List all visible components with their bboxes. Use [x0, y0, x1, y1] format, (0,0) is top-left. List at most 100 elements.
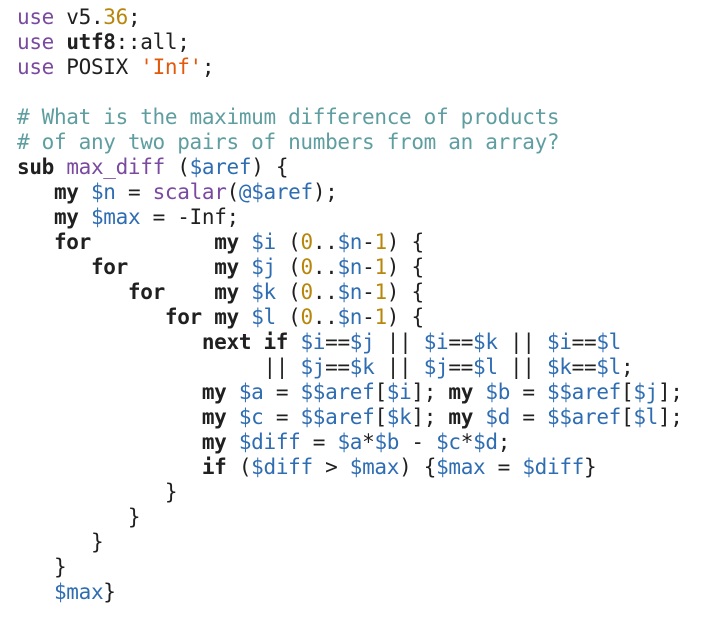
- code-line: my $max = -Inf;: [17, 205, 706, 230]
- code-text: -: [362, 230, 375, 254]
- code-line: my $n = scalar(@$aref);: [17, 180, 706, 205]
- code-line: for my $j (0..$n-1) {: [17, 255, 706, 280]
- keyword-token: if: [263, 330, 289, 354]
- variable-token: $diff: [522, 455, 584, 479]
- variable-token: $$aref: [300, 405, 375, 429]
- variable-token: $n: [337, 255, 363, 279]
- code-text: ) {: [251, 155, 289, 179]
- keyword-token: for: [90, 255, 128, 279]
- variable-token: $i: [386, 380, 412, 404]
- code-text: }: [103, 580, 116, 604]
- code-text: ==: [448, 355, 474, 379]
- variable-token: $n: [337, 305, 363, 329]
- keyword-token: my: [214, 305, 239, 329]
- code-text: -: [362, 305, 375, 329]
- code-line: next if $i==$j || $i==$k || $i==$l: [17, 330, 706, 355]
- code-text: [: [620, 405, 634, 429]
- variable-token: $a: [238, 380, 264, 404]
- number-token: 36: [103, 5, 128, 29]
- variable-token: $c: [436, 430, 461, 454]
- variable-token: $l: [596, 330, 621, 354]
- keyword-token: my: [201, 405, 227, 429]
- keyword-token: my: [53, 205, 79, 229]
- code-text: (: [226, 455, 252, 479]
- variable-token: $k: [251, 280, 276, 304]
- code-text: ];: [411, 380, 449, 404]
- variable-token: $i: [300, 330, 326, 354]
- code-text: ;: [497, 430, 511, 454]
- variable-token: $l: [596, 355, 621, 379]
- code-text: *: [362, 430, 375, 454]
- variable-token: $i: [423, 330, 449, 354]
- keyword-token: my: [214, 280, 239, 304]
- code-text: ||: [374, 330, 424, 354]
- number-token: 0: [300, 230, 314, 254]
- code-text: ..: [312, 255, 338, 279]
- code-text: -: [362, 280, 375, 304]
- code-text: ::all;: [115, 30, 190, 54]
- code-text: ..: [312, 280, 338, 304]
- variable-token: $b: [374, 430, 400, 454]
- number-token: 0: [300, 305, 314, 329]
- code-text: [: [374, 380, 387, 404]
- code-line: use POSIX 'Inf';: [17, 55, 706, 80]
- keyword-token: my: [201, 430, 227, 454]
- code-line: }: [17, 505, 706, 530]
- keyword-token: my: [448, 380, 474, 404]
- keyword-token: for: [127, 280, 165, 304]
- code-line: my $a = $$aref[$i]; my $b = $$aref[$j];: [17, 380, 706, 405]
- code-text: ;: [620, 355, 634, 379]
- variable-token: $$aref: [547, 405, 621, 429]
- variable-token: $max: [90, 205, 141, 229]
- code-text: ;: [201, 55, 215, 79]
- code-line: my $diff = $a*$b - $c*$d;: [17, 430, 706, 455]
- code-text: =: [263, 405, 301, 429]
- function-token: scalar: [152, 180, 227, 204]
- variable-token: $l: [473, 355, 498, 379]
- code-text: ) {: [386, 230, 424, 254]
- code-text: ) {: [399, 455, 437, 479]
- code-text: (: [275, 305, 301, 329]
- code-text: =: [115, 180, 153, 204]
- code-text: ==: [448, 330, 474, 354]
- code-text: ..: [312, 305, 338, 329]
- code-text: }: [17, 555, 67, 579]
- variable-token: $a: [337, 430, 363, 454]
- string-token: 'Inf': [140, 55, 202, 79]
- variable-token: $j: [251, 255, 276, 279]
- code-line: my $c = $$aref[$k]; my $d = $$aref[$l];: [17, 405, 706, 430]
- code-line: use v5.36;: [17, 5, 706, 30]
- code-text: ||: [17, 355, 301, 379]
- code-text: (: [275, 280, 301, 304]
- variable-token: $k: [386, 405, 412, 429]
- code-text: ||: [497, 330, 547, 354]
- number-token: 0: [300, 280, 314, 304]
- keyword-token: my: [448, 405, 474, 429]
- variable-token: $max: [53, 580, 104, 604]
- keyword-token: for: [53, 230, 91, 254]
- code-text: (: [275, 255, 301, 279]
- comment-token: # What is the maximum difference of prod…: [17, 105, 560, 129]
- code-line: for my $k (0..$n-1) {: [17, 280, 706, 305]
- code-text: ||: [374, 355, 424, 379]
- code-line: }: [17, 530, 706, 555]
- module-token: utf8: [66, 30, 116, 54]
- variable-token: $l: [633, 405, 658, 429]
